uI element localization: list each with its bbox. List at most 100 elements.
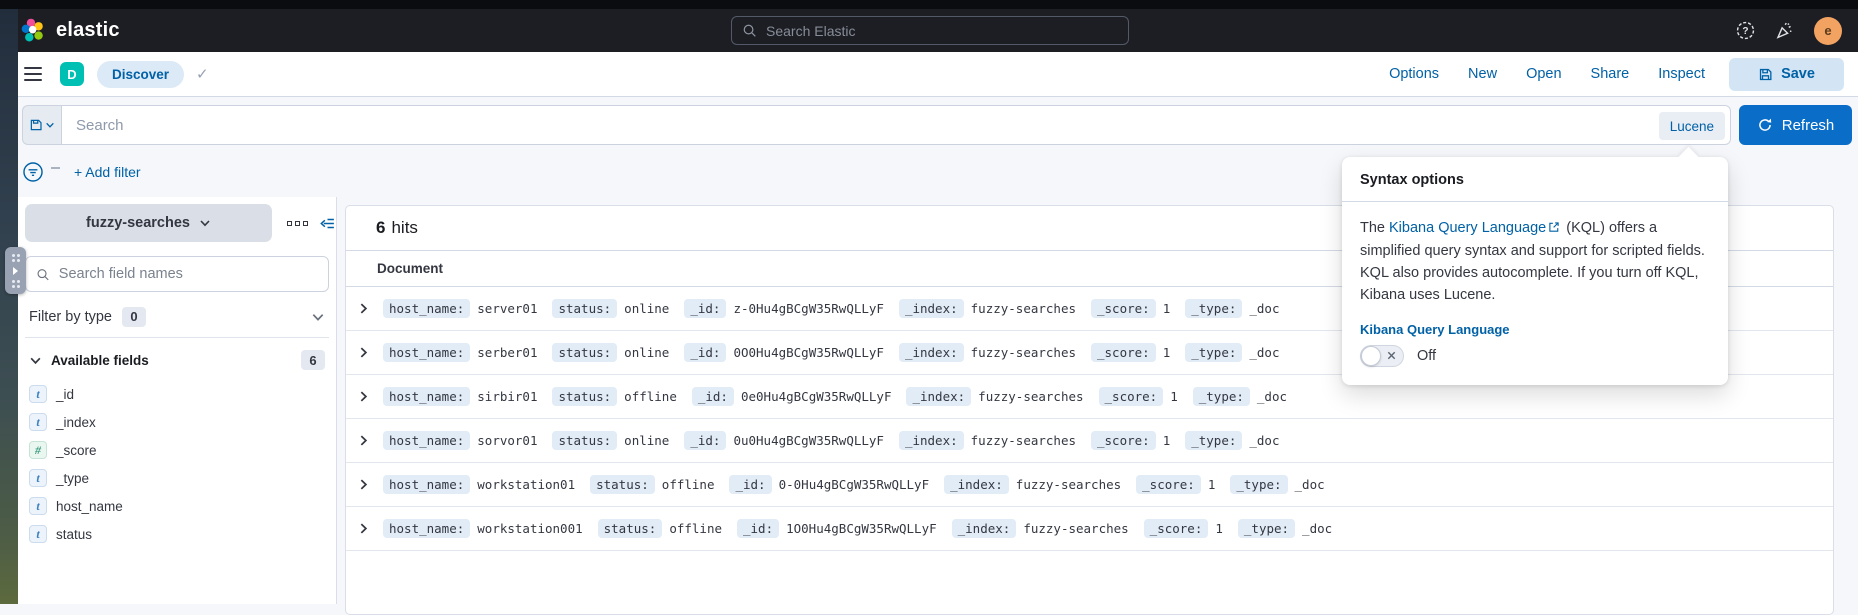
field-key-badge: status: <box>552 299 618 318</box>
field-value: 1 <box>1170 389 1178 404</box>
screen-top-edge <box>0 0 1858 9</box>
field-value: 1O0Hu4gBCgW35RwQLLyF <box>786 521 937 536</box>
field-key-badge: _type: <box>1185 299 1243 318</box>
field-value-pair: status: online <box>552 299 669 318</box>
available-fields-header[interactable]: Available fields 6 <box>29 350 325 370</box>
field-list-item[interactable]: t host_name <box>18 492 336 520</box>
field-value-pair: _score: 1 <box>1143 519 1223 538</box>
field-value: serber01 <box>477 345 538 360</box>
field-list-item[interactable]: # _score <box>18 436 336 464</box>
field-key-badge: _type: <box>1185 431 1243 450</box>
expand-right-icon <box>13 266 18 275</box>
field-value: 1 <box>1162 301 1171 316</box>
field-key-badge: _type: <box>1192 387 1250 406</box>
expand-row-icon[interactable] <box>357 434 370 447</box>
user-avatar[interactable]: e <box>1814 16 1842 45</box>
field-key-badge: _index: <box>944 475 1009 494</box>
kql-toggle-state: Off <box>1417 348 1437 365</box>
field-key-badge: _id: <box>684 431 727 450</box>
filter-icon[interactable] <box>22 161 44 183</box>
grip-dots-icon <box>11 253 20 262</box>
type-filter-count-badge: 0 <box>122 306 146 327</box>
field-list-item[interactable]: t _id <box>18 380 336 408</box>
navbar-link[interactable]: Open <box>1526 66 1561 82</box>
expand-row-icon[interactable] <box>357 302 370 315</box>
field-key-badge: host_name: <box>383 519 471 538</box>
field-key-badge: status: <box>590 475 655 494</box>
global-search-input[interactable] <box>766 22 1118 39</box>
kql-toggle-switch[interactable] <box>1360 345 1404 368</box>
field-value-pair: status: online <box>552 431 669 450</box>
query-language-button[interactable]: Lucene <box>1658 112 1725 140</box>
field-key-badge: host_name: <box>383 431 471 450</box>
field-value-pair: host_name: sorvor01 <box>383 431 537 450</box>
field-key-badge: status: <box>597 519 663 538</box>
query-input[interactable] <box>62 116 1730 134</box>
kql-docs-link[interactable]: Kibana Query Language <box>1389 220 1546 236</box>
field-value: 0u0Hu4gBCgW35RwQLLyF <box>733 433 884 448</box>
saved-queries-button[interactable] <box>22 105 61 145</box>
news-party-icon[interactable] <box>1775 21 1794 40</box>
global-header: elastic ? e <box>0 9 1858 52</box>
field-search[interactable] <box>25 256 329 292</box>
search-icon <box>37 268 49 280</box>
index-pattern-select[interactable]: fuzzy-searches <box>25 204 272 242</box>
field-value: _doc <box>1249 301 1280 316</box>
menu-icon[interactable] <box>24 67 42 81</box>
field-value-pair: _id: z-0Hu4gBCgW35RwQLLyF <box>684 299 884 318</box>
app-navbar: D Discover ✓ Options New Open Share Inspect … <box>0 52 1858 97</box>
save-icon <box>1759 68 1772 80</box>
field-key-badge: host_name: <box>383 475 471 494</box>
popover-body: The Kibana Query Language (KQL) offers a… <box>1360 220 1705 304</box>
field-value-pair: host_name: server01 <box>383 299 537 318</box>
field-key-badge: _score: <box>1091 299 1156 318</box>
filter-by-type[interactable]: Filter by type 0 <box>25 296 329 338</box>
field-list-item[interactable]: t _index <box>18 408 336 436</box>
field-value-pair: _type: _doc <box>1185 299 1279 318</box>
elastic-logo-icon <box>21 18 43 42</box>
field-name: _index <box>56 414 96 430</box>
field-type-icon: t <box>29 497 47 515</box>
navbar-link[interactable]: New <box>1468 66 1497 82</box>
help-icon[interactable]: ? <box>1736 21 1755 40</box>
field-value-pair: _index: fuzzy-searches <box>898 431 1076 450</box>
expand-row-icon[interactable] <box>357 522 370 535</box>
field-list-item[interactable]: t _type <box>18 464 336 492</box>
field-key-badge: _score: <box>1091 343 1156 362</box>
field-value: sorvor01 <box>477 433 538 448</box>
navbar-link[interactable]: Inspect <box>1658 66 1705 82</box>
field-value-pair: _id: 0O0Hu4gBCgW35RwQLLyF <box>684 343 884 362</box>
field-value: 1 <box>1207 477 1216 492</box>
save-button[interactable]: Save <box>1729 57 1844 91</box>
field-key-badge: _index: <box>898 431 964 450</box>
global-search[interactable] <box>731 16 1129 45</box>
field-list: t _id t _index # _score t _type t host_n… <box>18 380 336 548</box>
field-value-pair: _index: fuzzy-searches <box>898 299 1076 318</box>
collapse-sidebar-icon[interactable] <box>319 215 336 232</box>
navbar-link[interactable]: Options <box>1389 66 1439 82</box>
field-value: 1 <box>1162 345 1171 360</box>
add-filter-link[interactable]: + Add filter <box>74 164 141 180</box>
index-options-icon[interactable] <box>287 220 308 226</box>
expand-row-icon[interactable] <box>357 346 370 359</box>
field-search-input[interactable] <box>58 266 318 282</box>
refresh-button[interactable]: Refresh <box>1739 105 1852 145</box>
field-value: 1 <box>1162 433 1171 448</box>
field-value-pair: _index: fuzzy-searches <box>898 343 1076 362</box>
field-list-item[interactable]: t status <box>18 520 336 548</box>
breadcrumb[interactable]: Discover <box>97 60 185 88</box>
field-key-badge: host_name: <box>383 299 471 318</box>
field-key-badge: _index: <box>898 299 964 318</box>
expand-row-icon[interactable] <box>357 390 370 403</box>
navbar-link[interactable]: Share <box>1591 66 1630 82</box>
field-value-pair: _type: _doc <box>1237 519 1332 538</box>
desktop-edge <box>0 9 18 604</box>
field-value-pair: _id: 0-0Hu4gBCgW35RwQLLyF <box>729 475 929 494</box>
field-value: fuzzy-searches <box>970 433 1076 448</box>
panel-resize-handle[interactable] <box>5 247 26 294</box>
field-value: sirbir01 <box>477 389 538 404</box>
kql-toggle-row: Off <box>1342 337 1728 385</box>
expand-row-icon[interactable] <box>357 478 370 491</box>
table-row: host_name: workstation01 status: offline… <box>346 463 1833 507</box>
switch-thumb <box>1361 346 1381 367</box>
